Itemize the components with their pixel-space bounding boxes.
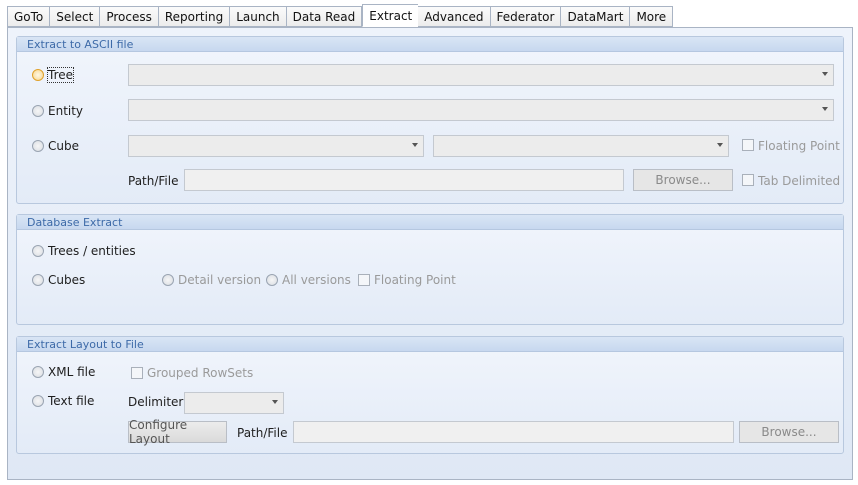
text-file-radio[interactable] <box>32 395 44 407</box>
chevron-down-icon <box>822 107 828 111</box>
cube-combo-2[interactable] <box>433 135 729 157</box>
entity-label: Entity <box>48 104 84 118</box>
chevron-down-icon <box>822 72 828 76</box>
cubes-radio[interactable] <box>32 274 44 286</box>
ascii-group-title: Extract to ASCII file <box>17 37 843 52</box>
configure-layout-button[interactable]: Configure Layout <box>128 418 227 446</box>
detail-version-label: Detail version <box>178 273 262 287</box>
delimiter-combo[interactable] <box>184 392 284 414</box>
database-extract-group: Database Extract Trees / entities Cubes … <box>16 214 844 325</box>
path-file-label: Path/File <box>128 174 179 188</box>
chevron-down-icon <box>412 143 418 147</box>
xml-file-radio[interactable] <box>32 366 44 378</box>
tree-combo[interactable] <box>128 64 834 86</box>
path-file-input[interactable] <box>184 169 624 191</box>
all-versions-radio[interactable] <box>266 274 278 286</box>
cube-combo-1[interactable] <box>128 135 424 157</box>
cube-label: Cube <box>48 139 79 153</box>
tab-data-read[interactable]: Data Read <box>285 6 363 27</box>
chevron-down-icon <box>272 400 278 404</box>
layout-extract-group: Extract Layout to File XML file Grouped … <box>16 336 844 454</box>
tab-launch[interactable]: Launch <box>229 6 286 27</box>
extract-panel: Extract to ASCII file Tree Entity Cube F… <box>7 27 853 480</box>
tab-delimited-checkbox[interactable] <box>742 174 754 186</box>
detail-version-radio[interactable] <box>162 274 174 286</box>
grouped-rowsets-label: Grouped RowSets <box>147 366 254 380</box>
tab-more[interactable]: More <box>629 6 674 27</box>
tab-datamart[interactable]: DataMart <box>560 6 630 27</box>
db-floating-point-checkbox[interactable] <box>358 274 370 286</box>
chevron-down-icon <box>717 143 723 147</box>
db-floating-point-label: Floating Point <box>374 273 456 287</box>
cubes-label: Cubes <box>48 273 86 287</box>
layout-group-title: Extract Layout to File <box>17 337 843 352</box>
tab-goto[interactable]: GoTo <box>7 6 50 27</box>
layout-path-file-input[interactable] <box>293 421 734 443</box>
tab-strip: GoTo Select Process Reporting Launch Dat… <box>7 4 674 27</box>
grouped-rowsets-checkbox[interactable] <box>131 367 143 379</box>
entity-radio[interactable] <box>32 105 44 117</box>
database-group-title: Database Extract <box>17 215 843 230</box>
tab-extract[interactable]: Extract <box>362 4 419 27</box>
xml-file-label: XML file <box>48 365 96 379</box>
tab-federator[interactable]: Federator <box>489 6 561 27</box>
tab-advanced[interactable]: Advanced <box>418 6 490 27</box>
tab-select[interactable]: Select <box>49 6 100 27</box>
text-file-label: Text file <box>48 394 95 408</box>
floating-point-label: Floating Point <box>758 139 840 153</box>
trees-entities-radio[interactable] <box>32 245 44 257</box>
trees-entities-label: Trees / entities <box>48 244 136 258</box>
tree-label: Tree <box>46 67 75 83</box>
tree-radio[interactable] <box>32 69 44 81</box>
entity-combo[interactable] <box>128 99 834 121</box>
ascii-extract-group: Extract to ASCII file Tree Entity Cube F… <box>16 36 844 204</box>
delimiter-label: Delimiter: <box>128 395 188 409</box>
all-versions-label: All versions <box>282 273 351 287</box>
browse-button[interactable]: Browse... <box>633 169 733 191</box>
layout-browse-button[interactable]: Browse... <box>739 421 839 443</box>
tab-reporting[interactable]: Reporting <box>157 6 230 27</box>
tab-delimited-label: Tab Delimited <box>758 174 841 188</box>
floating-point-checkbox[interactable] <box>742 139 754 151</box>
layout-path-file-label: Path/File <box>237 426 288 440</box>
cube-radio[interactable] <box>32 140 44 152</box>
tab-process[interactable]: Process <box>99 6 158 27</box>
